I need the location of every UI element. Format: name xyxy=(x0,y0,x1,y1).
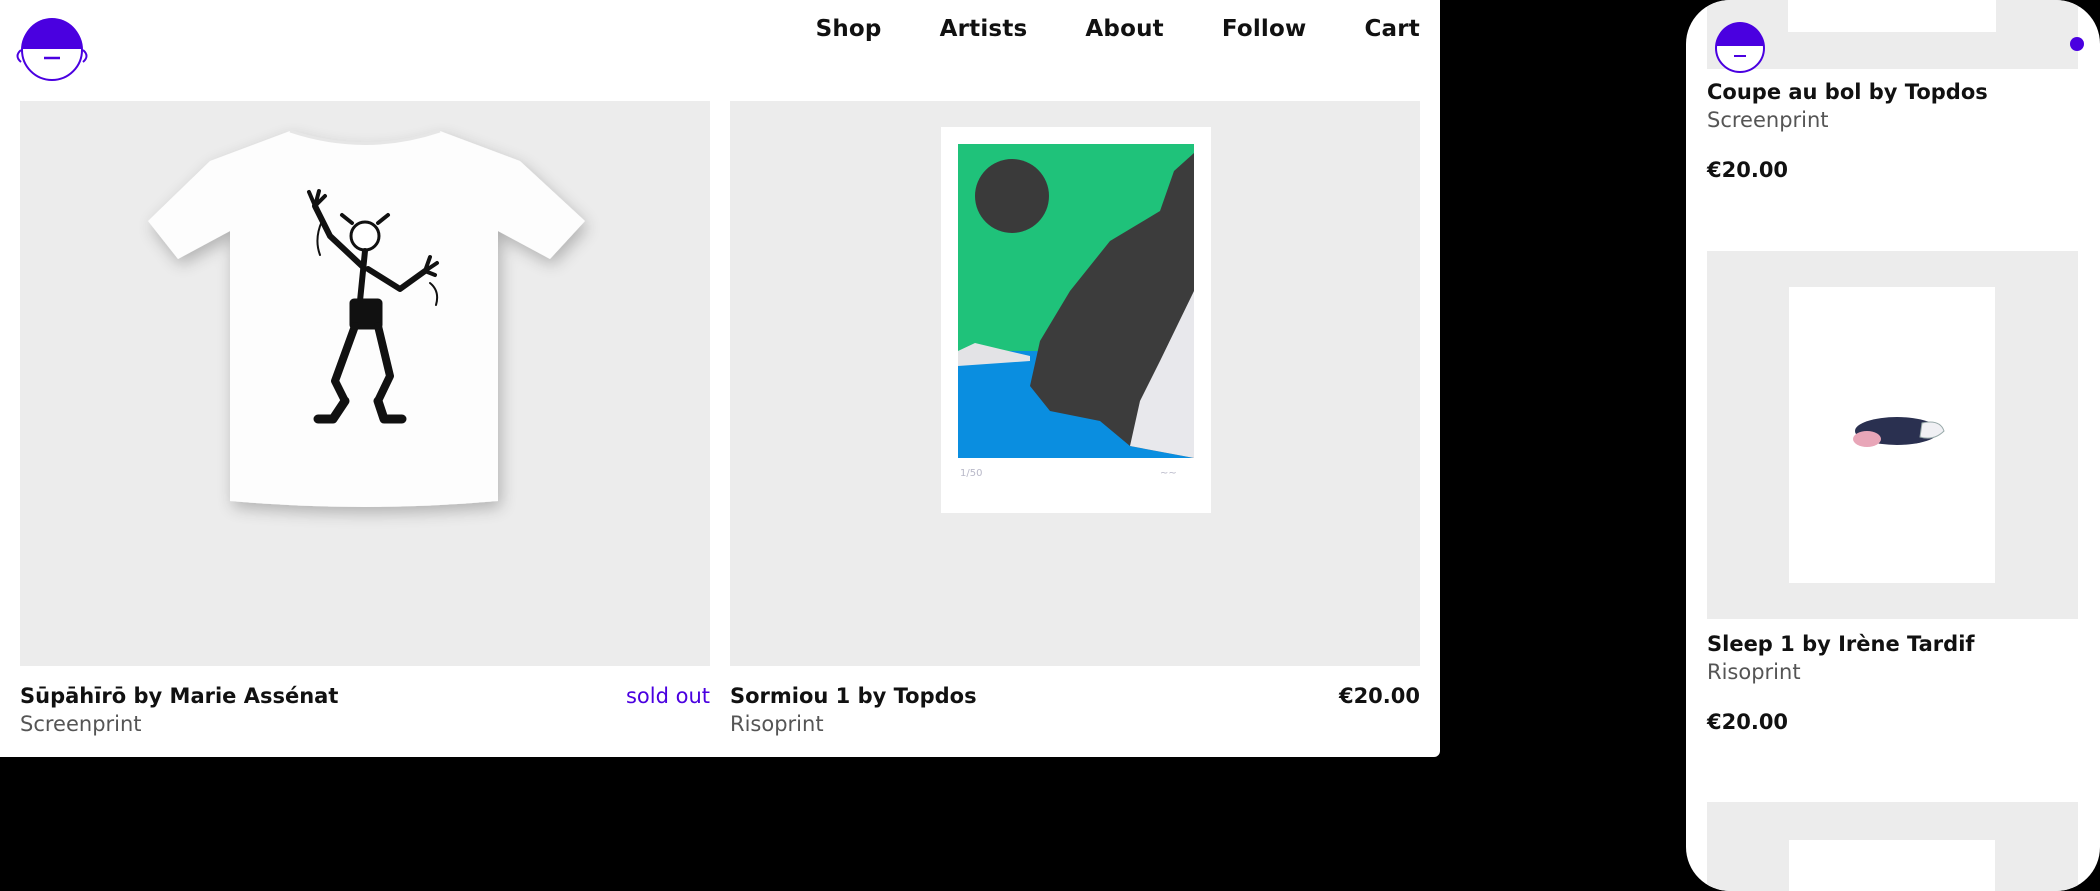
product-title[interactable]: Coupe au bol by Topdos xyxy=(1707,80,1988,104)
print-fragment xyxy=(1789,840,1995,891)
sleep-print-artwork xyxy=(1789,287,1995,583)
product-image-print[interactable] xyxy=(1707,251,2078,619)
svg-text:1/50: 1/50 xyxy=(960,468,982,479)
nav-artists[interactable]: Artists xyxy=(940,16,1028,42)
nav-cart[interactable]: Cart xyxy=(1364,16,1420,42)
product-card[interactable]: Sūpāhīrō by Marie Assénat sold out Scree… xyxy=(20,101,710,746)
product-price: €20.00 xyxy=(1707,158,1789,182)
logo-face-icon[interactable] xyxy=(9,10,95,82)
product-title[interactable]: Sormiou 1 by Topdos xyxy=(730,684,977,708)
print-fragment xyxy=(1788,0,1996,32)
product-type: Risoprint xyxy=(1707,660,1801,684)
product-image-print[interactable]: 1/50 ~~ xyxy=(730,101,1420,666)
nav-follow[interactable]: Follow xyxy=(1222,16,1307,42)
menu-dot-icon[interactable] xyxy=(2070,37,2084,51)
status-badge: sold out xyxy=(625,684,710,708)
risoprint-artwork: 1/50 ~~ xyxy=(941,127,1211,513)
product-type: Screenprint xyxy=(1707,108,1829,132)
product-type: Screenprint xyxy=(20,712,142,736)
nav-about[interactable]: About xyxy=(1085,16,1163,42)
svg-text:~~: ~~ xyxy=(1160,468,1177,479)
product-title[interactable]: Sūpāhīrō by Marie Assénat xyxy=(20,684,338,708)
product-image-partial[interactable] xyxy=(1707,802,2078,891)
main-nav: Shop Artists About Follow Cart xyxy=(758,16,1420,42)
product-title[interactable]: Sleep 1 by Irène Tardif xyxy=(1707,632,1975,656)
product-card[interactable]: 1/50 ~~ Sormiou 1 by Topdos €20.00 Risop… xyxy=(730,101,1420,746)
product-type: Risoprint xyxy=(730,712,824,736)
product-price: €20.00 xyxy=(1338,684,1420,708)
product-image-tshirt[interactable] xyxy=(20,101,710,666)
product-price: €20.00 xyxy=(1707,710,1789,734)
nav-shop[interactable]: Shop xyxy=(816,16,882,42)
desktop-window: Shop Artists About Follow Cart Sūpāhīrō … xyxy=(0,0,1440,757)
logo-face-icon[interactable] xyxy=(1706,16,1774,76)
mobile-preview: Coupe au bol by Topdos Screenprint €20.0… xyxy=(1686,0,2100,891)
tshirt-illustration xyxy=(148,129,585,507)
